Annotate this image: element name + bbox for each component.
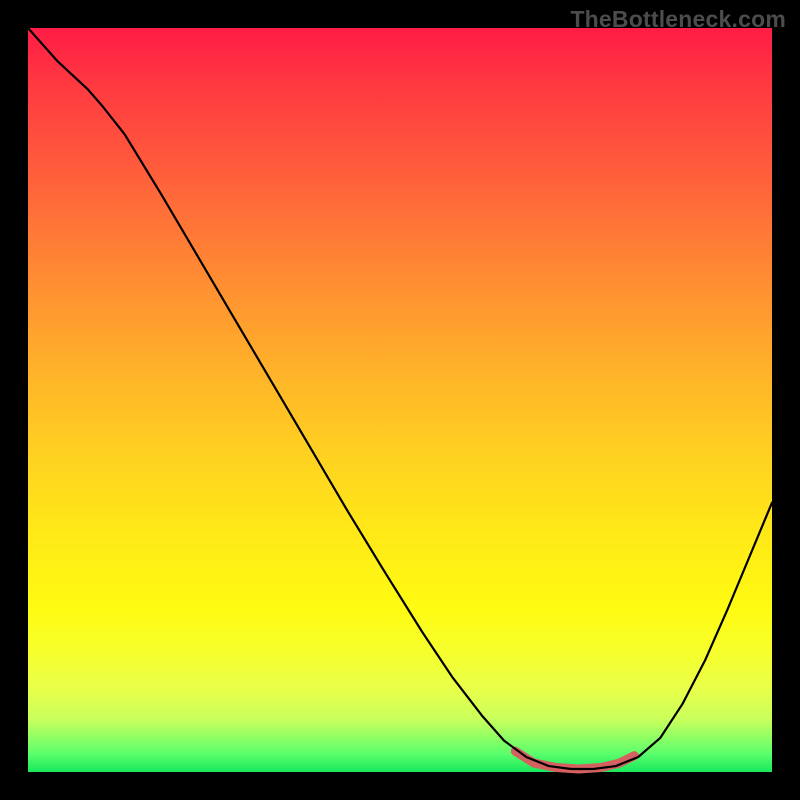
chart-frame: TheBottleneck.com [0, 0, 800, 800]
watermark-text: TheBottleneck.com [570, 6, 786, 33]
plot-area [28, 28, 772, 772]
chart-svg [28, 28, 772, 772]
bottleneck-curve [28, 28, 772, 769]
